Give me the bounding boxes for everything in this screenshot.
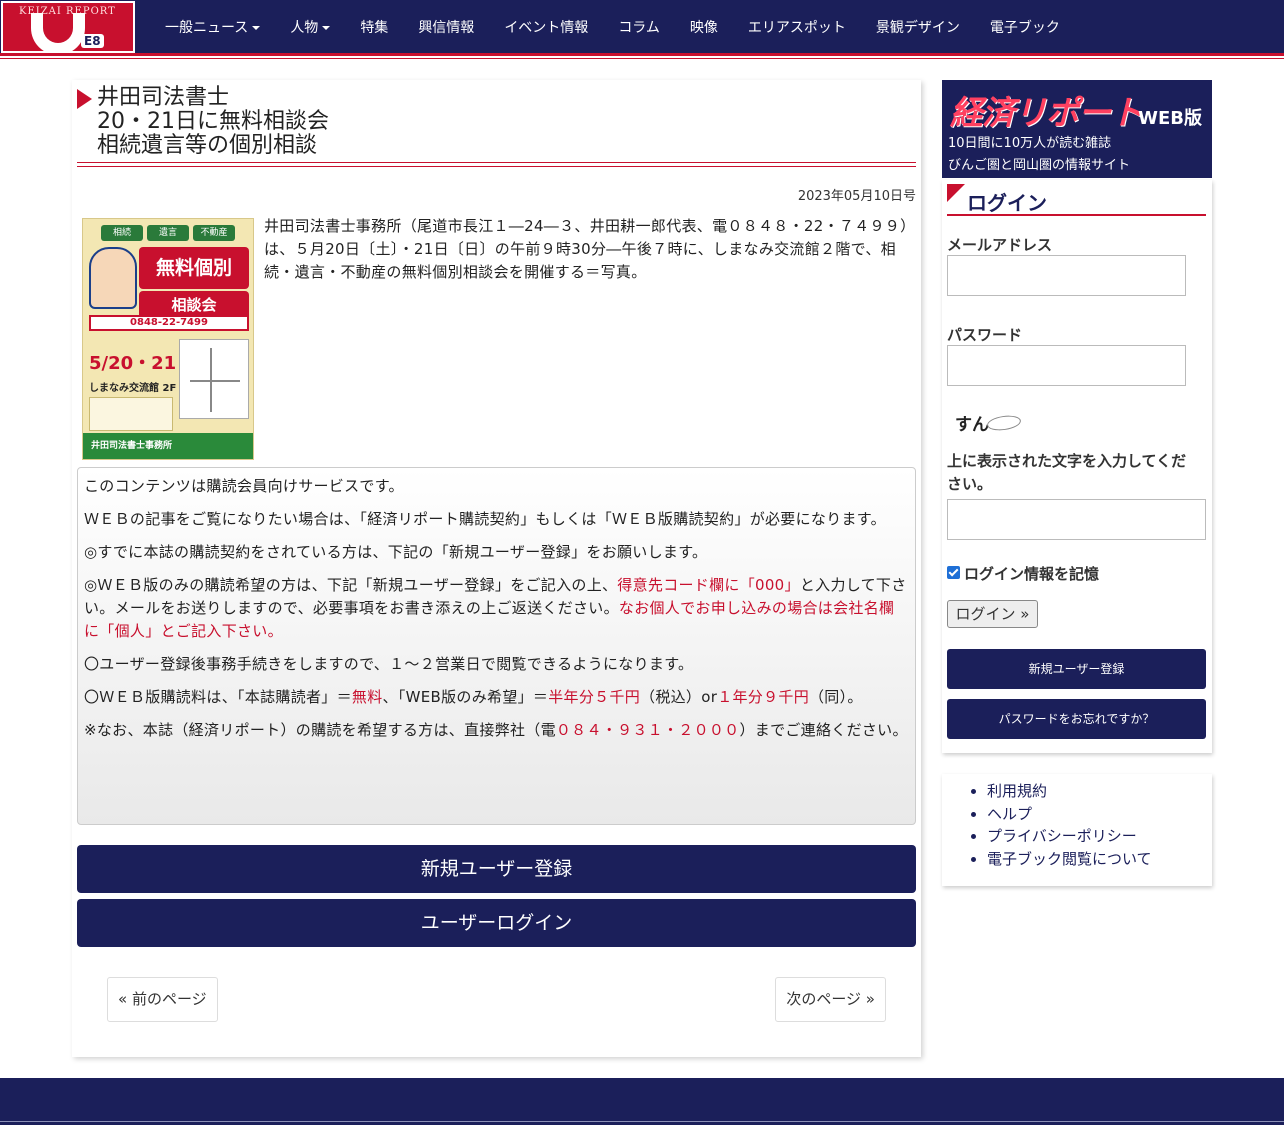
nav-item-features[interactable]: 特集 bbox=[345, 17, 403, 37]
next-page-button[interactable]: 次のページ » bbox=[775, 977, 886, 1022]
notice-paragraph: ※なお、本誌（経済リポート）の購読を希望する方は、直接弊社（電０８４・９３１・２… bbox=[84, 719, 909, 742]
password-field[interactable] bbox=[947, 345, 1186, 386]
caret-down-icon bbox=[252, 26, 261, 30]
nav-menu: 一般ニュース 人物 特集 興信情報 イベント情報 コラム 映像 エリアスポット … bbox=[150, 0, 1075, 54]
captcha-label: 上に表示された文字を入力してください。 bbox=[947, 452, 1187, 493]
nav-item-landscape-design[interactable]: 景観デザイン bbox=[861, 17, 975, 37]
notice-highlight: 無料 bbox=[351, 688, 383, 706]
flyer-phone: 0848-22-7499 bbox=[89, 315, 249, 331]
notice-paragraph: このコンテンツは購読会員向けサービスです。 bbox=[84, 477, 404, 495]
page-footer bbox=[0, 1078, 1284, 1125]
banner-tagline-2: びんご圏と岡山圏の情報サイト bbox=[948, 158, 1131, 173]
flyer-tags: 相続 遺言 不動産 bbox=[101, 225, 235, 241]
nav-item-ebook[interactable]: 電子ブック bbox=[975, 17, 1075, 37]
password-label: パスワード bbox=[947, 326, 1023, 344]
title-line-1: 井田司法書士 bbox=[97, 85, 230, 110]
prev-page-button[interactable]: « 前のページ bbox=[107, 977, 218, 1022]
flyer-footer: 井田司法書士事務所 bbox=[83, 433, 253, 459]
article-lead: 井田司法書士事務所（尾道市長江１―24―３、井田耕一郎代表、電０８４８・22・７… bbox=[264, 217, 908, 281]
notice-text: 〇ＷＥＢ版購読料は、「本誌購読者」＝ bbox=[84, 688, 352, 706]
flyer-tag: 遺言 bbox=[147, 225, 189, 241]
notice-paragraph: ◎すでに本誌の購読契約をされている方は、下記の「新規ユーザー登録」をお願いします… bbox=[84, 543, 708, 561]
flyer-dates: 5/20・21 bbox=[89, 353, 177, 374]
flyer-map bbox=[179, 339, 249, 419]
nav-item-general-news[interactable]: 一般ニュース bbox=[150, 17, 275, 37]
user-login-button[interactable]: ユーザーログイン bbox=[77, 899, 916, 947]
title-line-2: 20・21日に無料相談会 bbox=[97, 109, 329, 134]
link-terms[interactable]: 利用規約 bbox=[987, 780, 1152, 803]
top-navbar: KEIZAI REPORT E8 一般ニュース 人物 特集 興信情報 イベント情… bbox=[0, 0, 1284, 59]
forgot-password-button[interactable]: パスワードをお忘れですか？ bbox=[947, 699, 1206, 739]
captcha-image: すん bbox=[947, 408, 1027, 436]
notice-text: （税込）or bbox=[640, 688, 718, 706]
notice-phone: ０８４・９３１・２０００ bbox=[555, 721, 740, 739]
remember-checkbox[interactable] bbox=[947, 566, 960, 579]
logo-sub-text: E8 bbox=[81, 34, 104, 48]
article-panel: 井田司法書士 20・21日に無料相談会 相続遺言等の個別相談 2023年05月1… bbox=[72, 80, 921, 1057]
caret-down-icon bbox=[322, 26, 331, 30]
flyer-person-illustration bbox=[89, 247, 137, 309]
article-photo-flyer[interactable]: 相続 遺言 不動産 無料個別 相談会 0848-22-7499 5/20・21 … bbox=[82, 218, 254, 460]
captcha-scribble bbox=[986, 413, 1022, 433]
sidebar-links: 利用規約 ヘルプ プライバシーポリシー 電子ブック閲覧について bbox=[987, 780, 1152, 870]
notice-paragraph: ◎ＷＥＢ版のみの購読希望の方は、下記「新規ユーザー登録」をご記入の上、得意先コー… bbox=[84, 574, 909, 643]
banner-edition: WEB版 bbox=[1138, 108, 1202, 129]
nav-item-people[interactable]: 人物 bbox=[275, 17, 345, 37]
flyer-headline: 無料個別 bbox=[139, 247, 249, 289]
sidebar-banner[interactable]: 経済リポート WEB版 10日間に10万人が読む雑誌 びんご圏と岡山圏の情報サイ… bbox=[942, 80, 1212, 178]
link-privacy[interactable]: プライバシーポリシー bbox=[987, 825, 1152, 848]
notice-highlight: 半年分５千円 bbox=[548, 688, 641, 706]
banner-tagline-1: 10日間に10万人が読む雑誌 bbox=[948, 136, 1112, 151]
site-logo[interactable]: KEIZAI REPORT E8 bbox=[1, 1, 135, 53]
remember-label: ログイン情報を記憶 bbox=[964, 565, 1100, 583]
notice-paragraph: ＷＥＢの記事をご覧になりたい場合は、「経済リポート購読契約」もしくは「ＷＥＢ版購… bbox=[84, 510, 886, 528]
notice-text: ◎ＷＥＢ版のみの購読希望の方は、下記「新規ユーザー登録」をご記入の上、 bbox=[84, 576, 618, 594]
flyer-tag: 相続 bbox=[101, 225, 143, 241]
notice-highlight: １年分９千円 bbox=[717, 688, 809, 706]
nav-item-columns[interactable]: コラム bbox=[603, 17, 675, 37]
captcha-text: すん bbox=[955, 415, 989, 435]
flyer-tag: 不動産 bbox=[193, 225, 235, 241]
login-button[interactable]: ログイン » bbox=[947, 600, 1038, 628]
flyer-note-box bbox=[89, 397, 173, 431]
notice-text: 、「WEB版のみ希望」＝ bbox=[382, 688, 549, 706]
corner-flag-icon bbox=[947, 184, 965, 202]
register-button[interactable]: 新規ユーザー登録 bbox=[77, 845, 916, 893]
title-arrow-icon bbox=[77, 89, 92, 109]
issue-date: 2023年05月10日号 bbox=[797, 189, 916, 204]
article-title: 井田司法書士 20・21日に無料相談会 相続遺言等の個別相談 bbox=[77, 85, 916, 167]
notice-paragraph: 〇ＷＥＢ版購読料は、「本誌購読者」＝無料、「WEB版のみ希望」＝半年分５千円（税… bbox=[84, 686, 909, 709]
notice-highlight: 得意先コード欄に「000」 bbox=[617, 576, 800, 594]
link-ebook-about[interactable]: 電子ブック閲覧について bbox=[987, 848, 1152, 871]
link-help[interactable]: ヘルプ bbox=[987, 803, 1152, 826]
nav-label: 人物 bbox=[290, 20, 319, 36]
notice-text: ※なお、本誌（経済リポート）の購読を希望する方は、直接弊社（電 bbox=[84, 721, 556, 739]
email-field[interactable] bbox=[947, 255, 1186, 296]
logo-w-mark bbox=[31, 13, 85, 51]
login-heading: ログイン bbox=[947, 184, 1206, 216]
nav-item-credit-info[interactable]: 興信情報 bbox=[403, 17, 489, 37]
sidebar-links-panel: 利用規約 ヘルプ プライバシーポリシー 電子ブック閲覧について bbox=[942, 774, 1212, 886]
flyer-venue: しまなみ交流館 2F bbox=[89, 383, 177, 394]
notice-text: ）までご連絡ください。 bbox=[739, 721, 908, 739]
member-notice-box: このコンテンツは購読会員向けサービスです。 ＷＥＢの記事をご覧になりたい場合は、… bbox=[77, 467, 916, 825]
captcha-input[interactable] bbox=[947, 499, 1206, 540]
nav-item-area-spots[interactable]: エリアスポット bbox=[733, 17, 861, 37]
login-heading-text: ログイン bbox=[967, 191, 1047, 215]
banner-brand: 経済リポート bbox=[950, 93, 1143, 132]
notice-text: （同）。 bbox=[809, 688, 863, 706]
notice-paragraph: 〇ユーザー登録後事務手続きをしますので、１～２営業日で閲覧できるようになります。 bbox=[84, 655, 694, 673]
nav-item-events[interactable]: イベント情報 bbox=[489, 17, 603, 37]
title-line-3: 相続遺言等の個別相談 bbox=[97, 133, 318, 158]
email-label: メールアドレス bbox=[947, 236, 1053, 254]
nav-item-video[interactable]: 映像 bbox=[675, 17, 733, 37]
nav-label: 一般ニュース bbox=[165, 20, 249, 36]
login-panel: ログイン メールアドレス パスワード すん 上に表示された文字を入力してください… bbox=[942, 180, 1212, 753]
sidebar-register-button[interactable]: 新規ユーザー登録 bbox=[947, 649, 1206, 689]
